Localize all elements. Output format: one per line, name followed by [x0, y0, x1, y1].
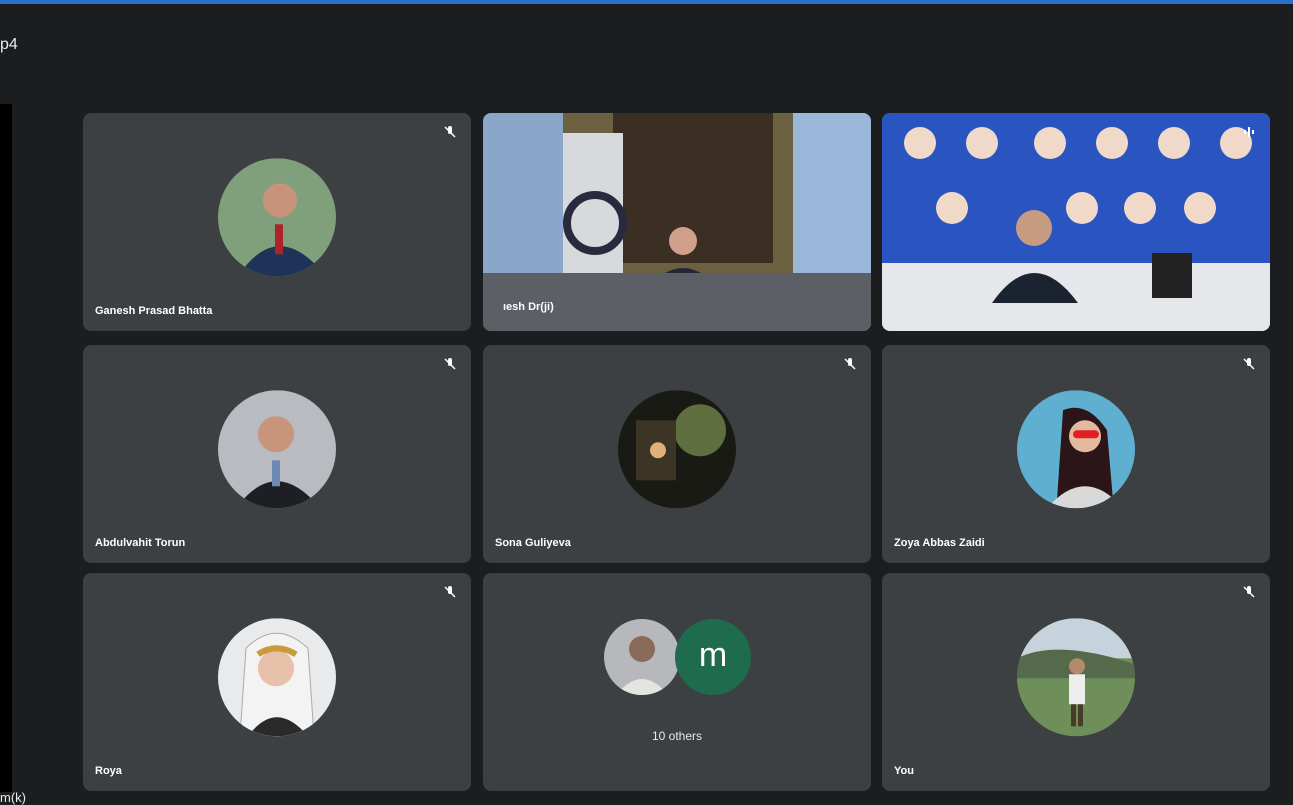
avatar [218, 158, 336, 277]
window-title-fragment: p4 [0, 36, 18, 53]
others-count-label: 10 others [651, 729, 703, 743]
participant-tile-abdulvahit[interactable]: Abdulvahit Torun [83, 345, 471, 563]
avatar: m [675, 619, 751, 695]
participant-tile-you[interactable]: You [882, 573, 1270, 791]
avatar [1017, 390, 1135, 509]
muted-mic-icon [444, 126, 456, 138]
avatar [604, 619, 680, 695]
participant-name: Ganesh Prasad Bhatta [95, 305, 213, 317]
avatar [218, 618, 336, 737]
participant-name: Zoya Abbas Zaidi [894, 537, 985, 549]
participant-video-feed [483, 113, 871, 331]
participant-tile-video-conference-room[interactable]: ıesh Dr(ji) [483, 113, 871, 331]
muted-mic-icon [444, 586, 456, 598]
window-top-accent-bar [0, 0, 1293, 4]
participant-tile-zoya[interactable]: Zoya Abbas Zaidi [882, 345, 1270, 563]
participant-name: Abdulvahit Torun [95, 537, 186, 549]
bottom-text-fragment: m(k) [0, 790, 26, 805]
participant-tile-active-speaker[interactable] [882, 113, 1270, 331]
muted-mic-icon [444, 358, 456, 370]
muted-mic-icon [1243, 586, 1255, 598]
participant-name: Roya [95, 765, 122, 777]
participant-tile-sona[interactable]: Sona Guliyeva [483, 345, 871, 563]
avatar [1017, 618, 1135, 737]
participant-video-feed [882, 113, 1270, 331]
muted-mic-icon [844, 358, 856, 370]
participant-tile-others[interactable]: m 10 others [483, 573, 871, 791]
speaking-indicator-icon [1244, 127, 1254, 137]
participant-name: ıesh Dr(ji) [503, 301, 554, 313]
participant-tile-ganesh[interactable]: Ganesh Prasad Bhatta [83, 113, 471, 331]
participant-tile-roya[interactable]: Roya [83, 573, 471, 791]
participant-name: You [894, 765, 914, 777]
avatar [218, 390, 336, 509]
left-side-panel [0, 104, 12, 792]
avatar [618, 390, 736, 509]
participant-name: Sona Guliyeva [495, 537, 571, 549]
muted-mic-icon [1243, 358, 1255, 370]
